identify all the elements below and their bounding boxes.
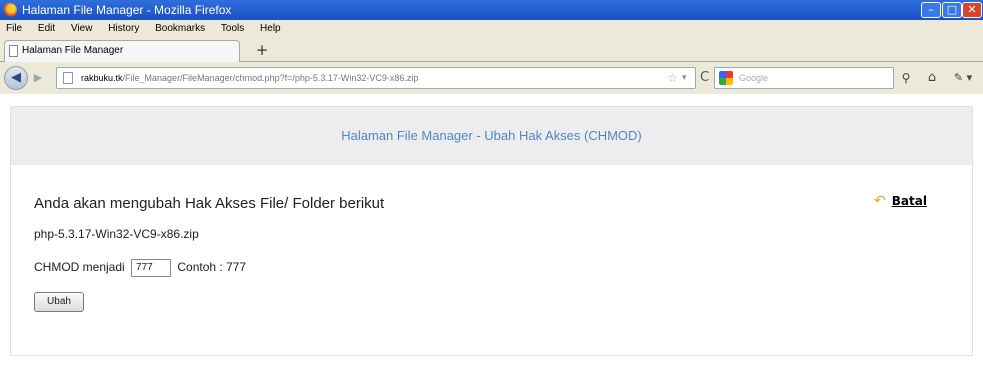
chmod-hint: Contoh : 777	[177, 260, 247, 274]
menu-bar: File Edit View History Bookmarks Tools H…	[0, 20, 983, 38]
menu-edit[interactable]: Edit	[38, 20, 55, 38]
chmod-label: CHMOD menjadi	[34, 260, 125, 274]
chmod-input[interactable]: 777	[131, 258, 172, 277]
submit-button[interactable]: Ubah	[34, 292, 84, 312]
url-domain: rakbuku.tk	[81, 73, 123, 83]
page-body: Anda akan mengubah Hak Akses File/ Folde…	[11, 165, 972, 355]
search-magnifier-icon[interactable]: ⚲	[896, 67, 916, 89]
file-manager-panel: Halaman File Manager - Ubah Hak Akses (C…	[10, 106, 973, 356]
new-tab-button[interactable]: +	[250, 41, 274, 60]
close-window-button[interactable]: ✕	[962, 2, 982, 18]
page-header-title: Halaman File Manager - Ubah Hak Akses (C…	[11, 107, 972, 165]
navigation-toolbar: ◀ ▶ rakbuku.tk/File_Manager/FileManager/…	[0, 62, 983, 94]
back-button[interactable]: ◀	[4, 66, 28, 90]
cancel-link[interactable]: ↶ Batal	[874, 193, 927, 209]
menu-file[interactable]: File	[6, 20, 22, 38]
google-search-engine-icon[interactable]	[719, 71, 733, 85]
extension-button[interactable]: ✎ ▾	[948, 67, 978, 89]
url-bar[interactable]: rakbuku.tk/File_Manager/FileManager/chmo…	[56, 67, 696, 89]
menu-help[interactable]: Help	[260, 20, 281, 38]
minimize-button[interactable]: –	[921, 2, 941, 18]
window-title: Halaman File Manager - Mozilla Firefox	[22, 3, 232, 17]
window-title-bar: Halaman File Manager - Mozilla Firefox –…	[0, 0, 983, 20]
tab-strip: Halaman File Manager +	[0, 38, 983, 62]
url-path: /File_Manager/FileManager/chmod.php?f=/p…	[122, 73, 419, 83]
menu-bookmarks[interactable]: Bookmarks	[155, 20, 205, 38]
menu-view[interactable]: View	[71, 20, 93, 38]
forward-button[interactable]: ▶	[30, 70, 46, 86]
reload-button[interactable]: C	[700, 71, 709, 85]
chmod-row: CHMOD menjadi 777 Contoh : 777	[34, 257, 246, 277]
menu-history[interactable]: History	[108, 20, 139, 38]
menu-tools[interactable]: Tools	[221, 20, 244, 38]
cancel-label[interactable]: Batal	[892, 194, 927, 208]
url-text[interactable]: rakbuku.tk/File_Manager/FileManager/chmo…	[81, 68, 418, 88]
page-content: Halaman File Manager - Ubah Hak Akses (C…	[0, 94, 983, 367]
home-button[interactable]: ⌂	[922, 67, 942, 89]
search-input[interactable]: Google	[739, 68, 768, 88]
chmod-heading: Anda akan mengubah Hak Akses File/ Folde…	[34, 195, 385, 212]
url-history-dropdown-icon[interactable]: ▾	[682, 68, 687, 88]
maximize-button[interactable]: □	[942, 2, 962, 18]
firefox-logo-icon	[3, 3, 17, 17]
search-bar[interactable]: Google	[714, 67, 894, 89]
target-filename: php-5.3.17-Win32-VC9-x86.zip	[34, 227, 199, 241]
page-icon	[9, 45, 18, 57]
tab-label: Halaman File Manager	[22, 45, 124, 56]
undo-arrow-icon: ↶	[874, 193, 886, 209]
tab-halaman-file-manager[interactable]: Halaman File Manager	[4, 40, 240, 62]
site-identity-icon[interactable]	[63, 72, 73, 84]
bookmark-star-icon[interactable]: ☆	[667, 68, 678, 88]
